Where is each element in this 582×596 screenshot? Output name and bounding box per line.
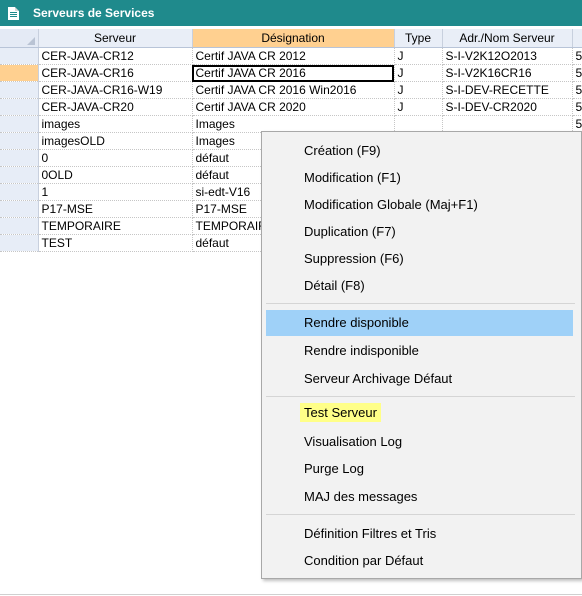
- menu-item-label: Définition Filtres et Tris: [304, 526, 437, 541]
- cell-extra[interactable]: 5: [572, 98, 582, 116]
- cell-extra[interactable]: 5: [572, 64, 582, 82]
- menu-item-creation[interactable]: Création (F9): [266, 138, 573, 164]
- table-header-row: Serveur Désignation Type Adr./Nom Serveu…: [0, 29, 582, 48]
- row-selector[interactable]: [0, 183, 39, 201]
- cell-type[interactable]: J: [394, 64, 443, 82]
- table-row[interactable]: CER-JAVA-CR20 Certif JAVA CR 2020 J S-I-…: [0, 98, 582, 116]
- menu-item-label: Modification Globale (Maj+F1): [304, 197, 478, 212]
- table-row[interactable]: CER-JAVA-CR16-W19 Certif JAVA CR 2016 Wi…: [0, 81, 582, 99]
- row-selector[interactable]: [0, 217, 39, 235]
- cell-serveur[interactable]: imagesOLD: [38, 132, 193, 150]
- cell-serveur[interactable]: 1: [38, 183, 193, 201]
- window-title: Serveurs de Services: [33, 6, 155, 20]
- menu-item-label: Condition par Défaut: [304, 553, 424, 568]
- row-selector[interactable]: [0, 64, 39, 82]
- cell-extra[interactable]: 5: [572, 47, 582, 65]
- cell-designation-focused[interactable]: Certif JAVA CR 2016: [192, 64, 395, 82]
- cell-serveur[interactable]: P17-MSE: [38, 200, 193, 218]
- menu-item-rendre-indisponible[interactable]: Rendre indisponible: [266, 338, 573, 364]
- row-selector[interactable]: [0, 149, 39, 167]
- cell-serveur[interactable]: images: [38, 115, 193, 133]
- menu-item-maj-messages[interactable]: MAJ des messages: [266, 484, 573, 510]
- row-selector[interactable]: [0, 47, 39, 65]
- column-header-designation[interactable]: Désignation: [192, 29, 395, 48]
- cell-extra[interactable]: 5: [572, 81, 582, 99]
- cell-type[interactable]: [394, 115, 443, 133]
- menu-item-visualisation-log[interactable]: Visualisation Log: [266, 429, 573, 455]
- column-header-serveur[interactable]: Serveur: [38, 29, 193, 48]
- menu-item-purge-log[interactable]: Purge Log: [266, 456, 573, 482]
- cell-designation[interactable]: Certif JAVA CR 2016 Win2016: [192, 81, 395, 99]
- menu-item-label: Serveur Archivage Défaut: [304, 371, 453, 386]
- menu-separator: [266, 514, 575, 515]
- context-menu: Création (F9) Modification (F1) Modifica…: [261, 131, 582, 579]
- cell-extra[interactable]: 5: [572, 115, 582, 133]
- row-selector[interactable]: [0, 81, 39, 99]
- cell-serveur[interactable]: 0: [38, 149, 193, 167]
- cell-designation[interactable]: Certif JAVA CR 2020: [192, 98, 395, 116]
- cell-serveur[interactable]: CER-JAVA-CR16-W19: [38, 81, 193, 99]
- cell-adresse[interactable]: S-I-V2K12O2013: [442, 47, 573, 65]
- menu-item-definition-filtres[interactable]: Définition Filtres et Tris: [266, 521, 573, 547]
- menu-item-label: Rendre indisponible: [304, 343, 419, 358]
- row-selector[interactable]: [0, 115, 39, 133]
- menu-item-label: Suppression (F6): [304, 251, 404, 266]
- menu-item-test-serveur[interactable]: Test Serveur: [266, 400, 573, 426]
- window-bottom-border: [0, 594, 582, 595]
- cell-type[interactable]: J: [394, 47, 443, 65]
- menu-item-label: Modification (F1): [304, 170, 401, 185]
- cell-serveur[interactable]: 0OLD: [38, 166, 193, 184]
- menu-item-label: Visualisation Log: [304, 434, 403, 449]
- menu-item-serveur-archivage[interactable]: Serveur Archivage Défaut: [266, 366, 573, 392]
- menu-item-duplication[interactable]: Duplication (F7): [266, 219, 573, 245]
- menu-item-label: Duplication (F7): [304, 224, 396, 239]
- cell-designation[interactable]: Images: [192, 115, 395, 133]
- cell-adresse[interactable]: S-I-DEV-RECETTE: [442, 81, 573, 99]
- column-header-adresse[interactable]: Adr./Nom Serveur: [442, 29, 573, 48]
- table-row[interactable]: images Images 5: [0, 115, 582, 133]
- column-header-extra[interactable]: [572, 29, 582, 48]
- cell-adresse[interactable]: S-I-DEV-CR2020: [442, 98, 573, 116]
- cell-adresse[interactable]: [442, 115, 573, 133]
- menu-item-label: Test Serveur: [300, 403, 381, 422]
- table-row[interactable]: CER-JAVA-CR12 Certif JAVA CR 2012 J S-I-…: [0, 47, 582, 65]
- column-header-type[interactable]: Type: [394, 29, 443, 48]
- cell-designation[interactable]: Certif JAVA CR 2012: [192, 47, 395, 65]
- select-all-corner[interactable]: [0, 29, 39, 48]
- menu-item-rendre-disponible[interactable]: Rendre disponible: [266, 310, 573, 336]
- cell-type[interactable]: J: [394, 98, 443, 116]
- row-selector[interactable]: [0, 200, 39, 218]
- menu-item-modification-globale[interactable]: Modification Globale (Maj+F1): [266, 192, 573, 218]
- menu-item-label: Rendre disponible: [304, 315, 409, 330]
- cell-serveur[interactable]: CER-JAVA-CR12: [38, 47, 193, 65]
- menu-item-label: Création (F9): [304, 143, 381, 158]
- cell-adresse[interactable]: S-I-V2K16CR16: [442, 64, 573, 82]
- servers-window: Serveurs de Services Serveur Désignation…: [0, 0, 582, 596]
- menu-item-label: Purge Log: [304, 461, 364, 476]
- cell-serveur[interactable]: CER-JAVA-CR20: [38, 98, 193, 116]
- menu-separator: [266, 303, 575, 304]
- menu-item-condition-defaut[interactable]: Condition par Défaut: [266, 548, 573, 574]
- row-selector[interactable]: [0, 234, 39, 252]
- menu-separator: [266, 396, 575, 397]
- table-row-current[interactable]: CER-JAVA-CR16 Certif JAVA CR 2016 J S-I-…: [0, 64, 582, 82]
- cell-serveur[interactable]: CER-JAVA-CR16: [38, 64, 193, 82]
- cell-type[interactable]: J: [394, 81, 443, 99]
- row-selector[interactable]: [0, 98, 39, 116]
- cell-serveur[interactable]: TEST: [38, 234, 193, 252]
- document-icon: [8, 6, 19, 20]
- row-selector[interactable]: [0, 132, 39, 150]
- row-selector[interactable]: [0, 166, 39, 184]
- menu-item-label: MAJ des messages: [304, 489, 418, 504]
- menu-item-detail[interactable]: Détail (F8): [266, 273, 573, 299]
- menu-item-label: Détail (F8): [304, 278, 365, 293]
- menu-item-modification[interactable]: Modification (F1): [266, 165, 573, 191]
- cell-serveur[interactable]: TEMPORAIRE: [38, 217, 193, 235]
- menu-item-suppression[interactable]: Suppression (F6): [266, 246, 573, 272]
- window-titlebar: Serveurs de Services: [0, 0, 582, 26]
